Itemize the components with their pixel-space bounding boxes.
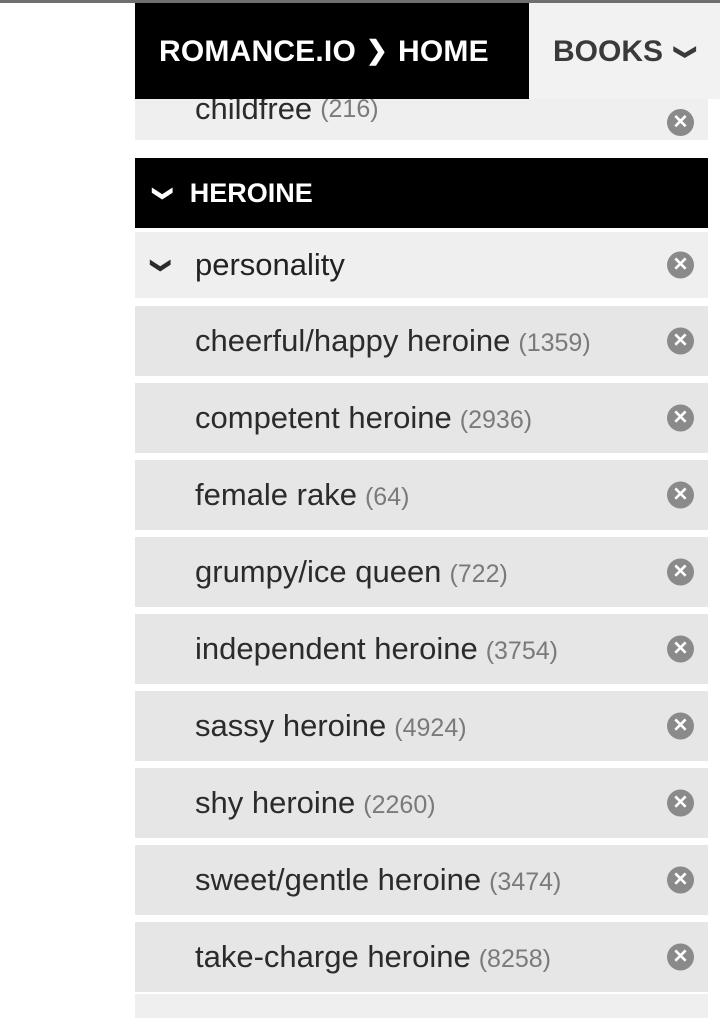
chevron-down-icon: ❯	[674, 43, 700, 60]
tag-row[interactable]: competent heroine (2936) ✕	[135, 383, 708, 453]
tag-label: childfree	[195, 99, 313, 126]
tag-row[interactable]: female rake (64) ✕	[135, 460, 708, 530]
tag-count: (722)	[449, 560, 508, 588]
tag-row[interactable]: grumpy/ice queen (722) ✕	[135, 537, 708, 607]
tag-label: independent heroine	[195, 631, 478, 666]
tag-count: (8258)	[478, 945, 551, 973]
remove-icon[interactable]: ✕	[667, 789, 694, 817]
tag-count: (3754)	[485, 637, 558, 665]
tag-label: cheerful/happy heroine	[195, 323, 511, 358]
tag-count: (3474)	[489, 868, 562, 896]
breadcrumb[interactable]: ROMANCE.IO ❯ HOME	[135, 3, 529, 100]
tag-count: (64)	[364, 483, 410, 511]
tag-label: sassy heroine	[195, 708, 387, 743]
section-title: HEROINE	[189, 177, 313, 208]
breadcrumb-site-link[interactable]: ROMANCE.IO	[159, 35, 356, 69]
tag-count: (1359)	[518, 329, 591, 357]
tag-count: (2260)	[363, 791, 436, 819]
tag-row[interactable]: cheerful/happy heroine (1359) ✕	[135, 306, 708, 376]
tag-row[interactable]: sassy heroine (4924) ✕	[135, 691, 708, 761]
remove-icon[interactable]: ✕	[667, 404, 694, 432]
remove-icon[interactable]: ✕	[667, 327, 694, 355]
next-row-partial	[135, 994, 708, 1018]
tag-count: (4924)	[394, 714, 467, 742]
remove-icon[interactable]: ✕	[667, 712, 694, 740]
tag-row[interactable]: independent heroine (3754) ✕	[135, 614, 708, 684]
chevron-down-icon: ❯	[149, 256, 172, 274]
group-label: personality	[195, 247, 345, 282]
chevron-down-icon: ❯	[151, 184, 174, 202]
remove-icon[interactable]: ✕	[667, 251, 694, 279]
tag-label: competent heroine	[195, 400, 452, 435]
remove-icon[interactable]: ✕	[667, 558, 694, 586]
tag-row[interactable]: take-charge heroine (8258) ✕	[135, 922, 708, 992]
remove-icon[interactable]: ✕	[667, 109, 694, 136]
tag-label: take-charge heroine	[195, 939, 471, 974]
tag-label: female rake	[195, 477, 357, 512]
tag-count: (216)	[320, 99, 379, 123]
remove-icon[interactable]: ✕	[667, 481, 694, 509]
group-header-personality[interactable]: ❯ personality ✕	[135, 232, 708, 298]
tag-row[interactable]: sweet/gentle heroine (3474) ✕	[135, 845, 708, 915]
tag-row[interactable]: shy heroine (2260) ✕	[135, 768, 708, 838]
remove-icon[interactable]: ✕	[667, 635, 694, 663]
tag-label: shy heroine	[195, 785, 356, 820]
tag-count: (2936)	[459, 406, 533, 434]
section-header-heroine[interactable]: ❯ HEROINE	[135, 158, 708, 228]
remove-icon[interactable]: ✕	[667, 943, 694, 971]
remove-icon[interactable]: ✕	[667, 866, 694, 894]
books-menu-label: BOOKS	[553, 34, 664, 68]
books-menu-button[interactable]: BOOKS ❯	[553, 3, 699, 100]
tag-label: sweet/gentle heroine	[195, 862, 482, 897]
breadcrumb-home-link[interactable]: HOME	[398, 35, 489, 69]
tag-label: grumpy/ice queen	[195, 554, 442, 589]
tag-row-partial[interactable]: childfree (216) ✕	[135, 99, 708, 140]
chevron-right-icon: ❯	[366, 35, 388, 65]
